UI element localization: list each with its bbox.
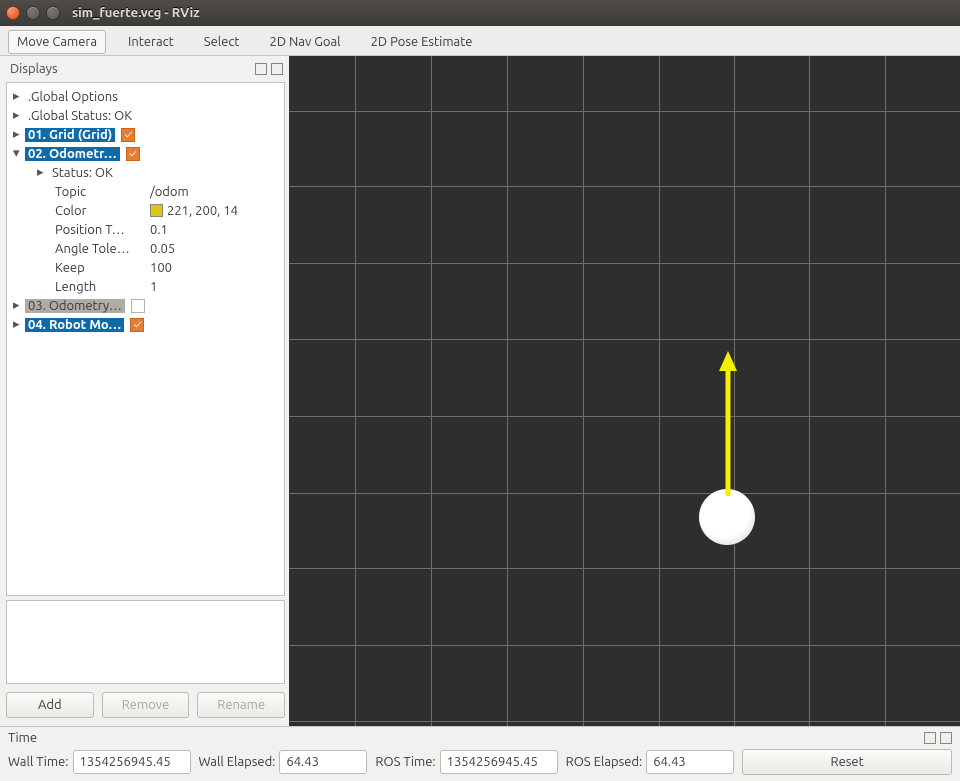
description-box (6, 600, 285, 684)
grid-line (885, 56, 886, 726)
ros-time-label: ROS Time: (375, 755, 435, 769)
checkbox-grid[interactable]: ✓ (121, 128, 135, 142)
grid-line (289, 721, 960, 722)
add-button[interactable]: Add (6, 692, 94, 718)
toolbar: Move Camera Interact Select 2D Nav Goal … (0, 26, 960, 56)
prop-topic[interactable]: Topic /odom (7, 182, 284, 201)
wall-time-label: Wall Time: (8, 755, 69, 769)
robot-model (699, 489, 755, 545)
prop-position-tolerance[interactable]: Position T… 0.1 (7, 220, 284, 239)
grid-line (289, 186, 960, 187)
ros-time-input[interactable]: 1354256945.45 (440, 750, 558, 774)
tree-item-odometry[interactable]: ▾ 02. Odometr… ✓ (7, 144, 284, 163)
wall-time-input[interactable]: 1354256945.45 (73, 750, 191, 774)
grid-line (289, 416, 960, 417)
prop-angle-tolerance[interactable]: Angle Tole… 0.05 (7, 239, 284, 258)
time-title: Time (8, 731, 37, 745)
checkbox-odometry2[interactable] (131, 299, 145, 313)
close-icon[interactable] (6, 6, 20, 20)
chevron-right-icon: ▸ (13, 298, 25, 313)
minimize-icon[interactable] (26, 6, 40, 20)
color-swatch-icon (150, 204, 163, 217)
ros-elapsed-input[interactable]: 64.43 (646, 750, 734, 774)
remove-button[interactable]: Remove (102, 692, 190, 718)
close-panel-icon[interactable] (271, 63, 283, 75)
grid-line (289, 339, 960, 340)
prop-color[interactable]: Color 221, 200, 14 (7, 201, 284, 220)
wall-elapsed-input[interactable]: 64.43 (279, 750, 367, 774)
time-panel: Time Wall Time: 1354256945.45 Wall Elaps… (0, 726, 960, 781)
ros-elapsed-field: ROS Elapsed: 64.43 (566, 750, 735, 774)
tool-2d-nav-goal[interactable]: 2D Nav Goal (262, 31, 349, 53)
reset-button[interactable]: Reset (742, 749, 952, 775)
prop-keep[interactable]: Keep 100 (7, 258, 284, 277)
displays-tree[interactable]: ▸ .Global Options ▸ .Global Status: OK ▸… (6, 82, 285, 596)
window-title: sim_fuerte.vcg - RViz (72, 6, 200, 20)
undock-time-icon[interactable] (924, 732, 936, 744)
grid-line (507, 56, 508, 726)
grid-line (289, 493, 960, 494)
grid-line (431, 56, 432, 726)
chevron-right-icon: ▸ (13, 108, 25, 123)
chevron-right-icon: ▸ (13, 89, 25, 104)
wall-elapsed-field: Wall Elapsed: 64.43 (199, 750, 368, 774)
undock-icon[interactable] (255, 63, 267, 75)
ros-time-field: ROS Time: 1354256945.45 (375, 750, 557, 774)
chevron-right-icon: ▸ (13, 317, 25, 332)
grid-line (289, 263, 960, 264)
chevron-right-icon: ▸ (13, 127, 25, 142)
displays-title: Displays (10, 62, 58, 76)
tool-2d-pose-estimate[interactable]: 2D Pose Estimate (363, 31, 481, 53)
tree-odom-status[interactable]: ▸ Status: OK (7, 163, 284, 182)
chevron-down-icon: ▾ (13, 146, 25, 161)
displays-panel: Displays ▸ .Global Options ▸ .Global Sta… (0, 56, 289, 726)
chevron-right-icon: ▸ (37, 165, 49, 180)
maximize-icon[interactable] (46, 6, 60, 20)
grid-line (289, 568, 960, 569)
grid-line (809, 56, 810, 726)
grid-line (583, 56, 584, 726)
tree-item-grid[interactable]: ▸ 01. Grid (Grid) ✓ (7, 125, 284, 144)
tool-interact[interactable]: Interact (120, 31, 182, 53)
checkbox-odometry[interactable]: ✓ (126, 147, 140, 161)
checkbox-robot-model[interactable]: ✓ (130, 318, 144, 332)
close-time-icon[interactable] (940, 732, 952, 744)
3d-viewport[interactable] (289, 56, 960, 726)
tool-select[interactable]: Select (196, 31, 248, 53)
tree-global-status[interactable]: ▸ .Global Status: OK (7, 106, 284, 125)
prop-length[interactable]: Length 1 (7, 277, 284, 296)
tree-item-robot-model[interactable]: ▸ 04. Robot Mo… ✓ (7, 315, 284, 334)
tool-move-camera[interactable]: Move Camera (8, 30, 106, 54)
grid-line (659, 56, 660, 726)
window-titlebar: sim_fuerte.vcg - RViz (0, 0, 960, 26)
grid-line (355, 56, 356, 726)
main-area: Displays ▸ .Global Options ▸ .Global Sta… (0, 56, 960, 726)
tree-item-odometry2[interactable]: ▸ 03. Odometry… (7, 296, 284, 315)
ros-elapsed-label: ROS Elapsed: (566, 755, 643, 769)
odometry-arrow (719, 351, 737, 496)
grid-line (289, 645, 960, 646)
grid-line (289, 111, 960, 112)
tree-global-options[interactable]: ▸ .Global Options (7, 87, 284, 106)
wall-time-field: Wall Time: 1354256945.45 (8, 750, 191, 774)
display-buttons: Add Remove Rename (6, 688, 285, 722)
rename-button[interactable]: Rename (197, 692, 285, 718)
wall-elapsed-label: Wall Elapsed: (199, 755, 276, 769)
displays-header: Displays (6, 60, 285, 78)
